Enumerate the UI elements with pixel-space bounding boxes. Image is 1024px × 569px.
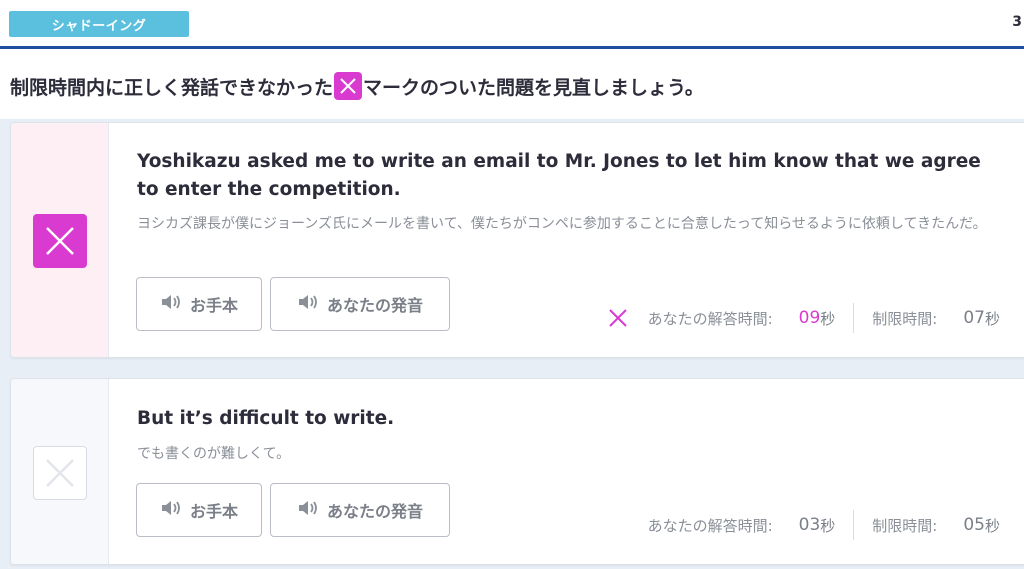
your-recording-button[interactable]: あなたの発音 <box>270 483 450 537</box>
limit-time-label: 制限時間: <box>872 516 938 535</box>
mode-tag: シャドーイング <box>9 11 189 37</box>
edge-text: 3 <box>1012 14 1022 30</box>
timing-info: あなたの解答時間: 09 秒 制限時間: 07 秒 <box>608 303 1000 333</box>
your-time-value: 03 <box>798 515 821 535</box>
instruction-after: マークのついた問題を見直しましょう。 <box>363 76 704 99</box>
incorrect-status-icon <box>33 214 87 268</box>
your-time-value: 09 <box>798 308 821 328</box>
seconds-unit: 秒 <box>820 309 836 328</box>
over-time-x-icon <box>608 308 628 328</box>
japanese-translation: ヨシカズ課長が僕にジョーンズ氏にメールを書いて、僕たちがコンペに参加することに合… <box>137 216 987 232</box>
timing-info: あなたの解答時間: 03 秒 制限時間: 05 秒 <box>648 510 1000 540</box>
top-bar: シャドーイング 3 <box>0 0 1024 49</box>
seconds-unit: 秒 <box>984 309 1000 328</box>
inactive-status-icon <box>33 446 87 500</box>
speaker-icon <box>297 293 319 315</box>
japanese-translation: でも書くのが難しくて。 <box>137 446 291 462</box>
limit-time-label: 制限時間: <box>872 309 938 328</box>
seconds-unit: 秒 <box>820 516 836 535</box>
seconds-unit: 秒 <box>984 516 1000 535</box>
your-recording-label: あなたの発音 <box>326 296 423 315</box>
english-sentence: Yoshikazu asked me to write an email to … <box>137 151 981 200</box>
status-column <box>11 379 109 564</box>
speaker-icon <box>297 499 319 521</box>
divider <box>853 510 855 540</box>
model-audio-label: お手本 <box>189 296 238 315</box>
model-audio-button[interactable]: お手本 <box>136 277 262 331</box>
your-time-label: あなたの解答時間: <box>647 309 773 328</box>
model-audio-button[interactable]: お手本 <box>136 483 262 537</box>
english-sentence: But it’s difficult to write. <box>137 408 395 429</box>
x-mark-icon <box>334 72 363 100</box>
speaker-icon <box>160 293 182 315</box>
review-card: Yoshikazu asked me to write an email to … <box>10 122 1024 358</box>
limit-time-value: 07 <box>963 308 985 328</box>
review-card: But it’s difficult to write. でも書くのが難しくて。… <box>10 378 1024 565</box>
limit-time-value: 05 <box>963 515 985 535</box>
divider <box>853 303 855 333</box>
your-time-label: あなたの解答時間: <box>647 516 773 535</box>
your-recording-button[interactable]: あなたの発音 <box>270 277 450 331</box>
speaker-icon <box>160 499 182 521</box>
your-recording-label: あなたの発音 <box>326 502 423 521</box>
instruction-text: 制限時間内に正しく発話できなかった マークのついた問題を見直しましょう。 <box>10 66 1020 106</box>
instruction-before: 制限時間内に正しく発話できなかった <box>10 76 334 99</box>
model-audio-label: お手本 <box>189 502 238 521</box>
status-column <box>11 123 109 357</box>
